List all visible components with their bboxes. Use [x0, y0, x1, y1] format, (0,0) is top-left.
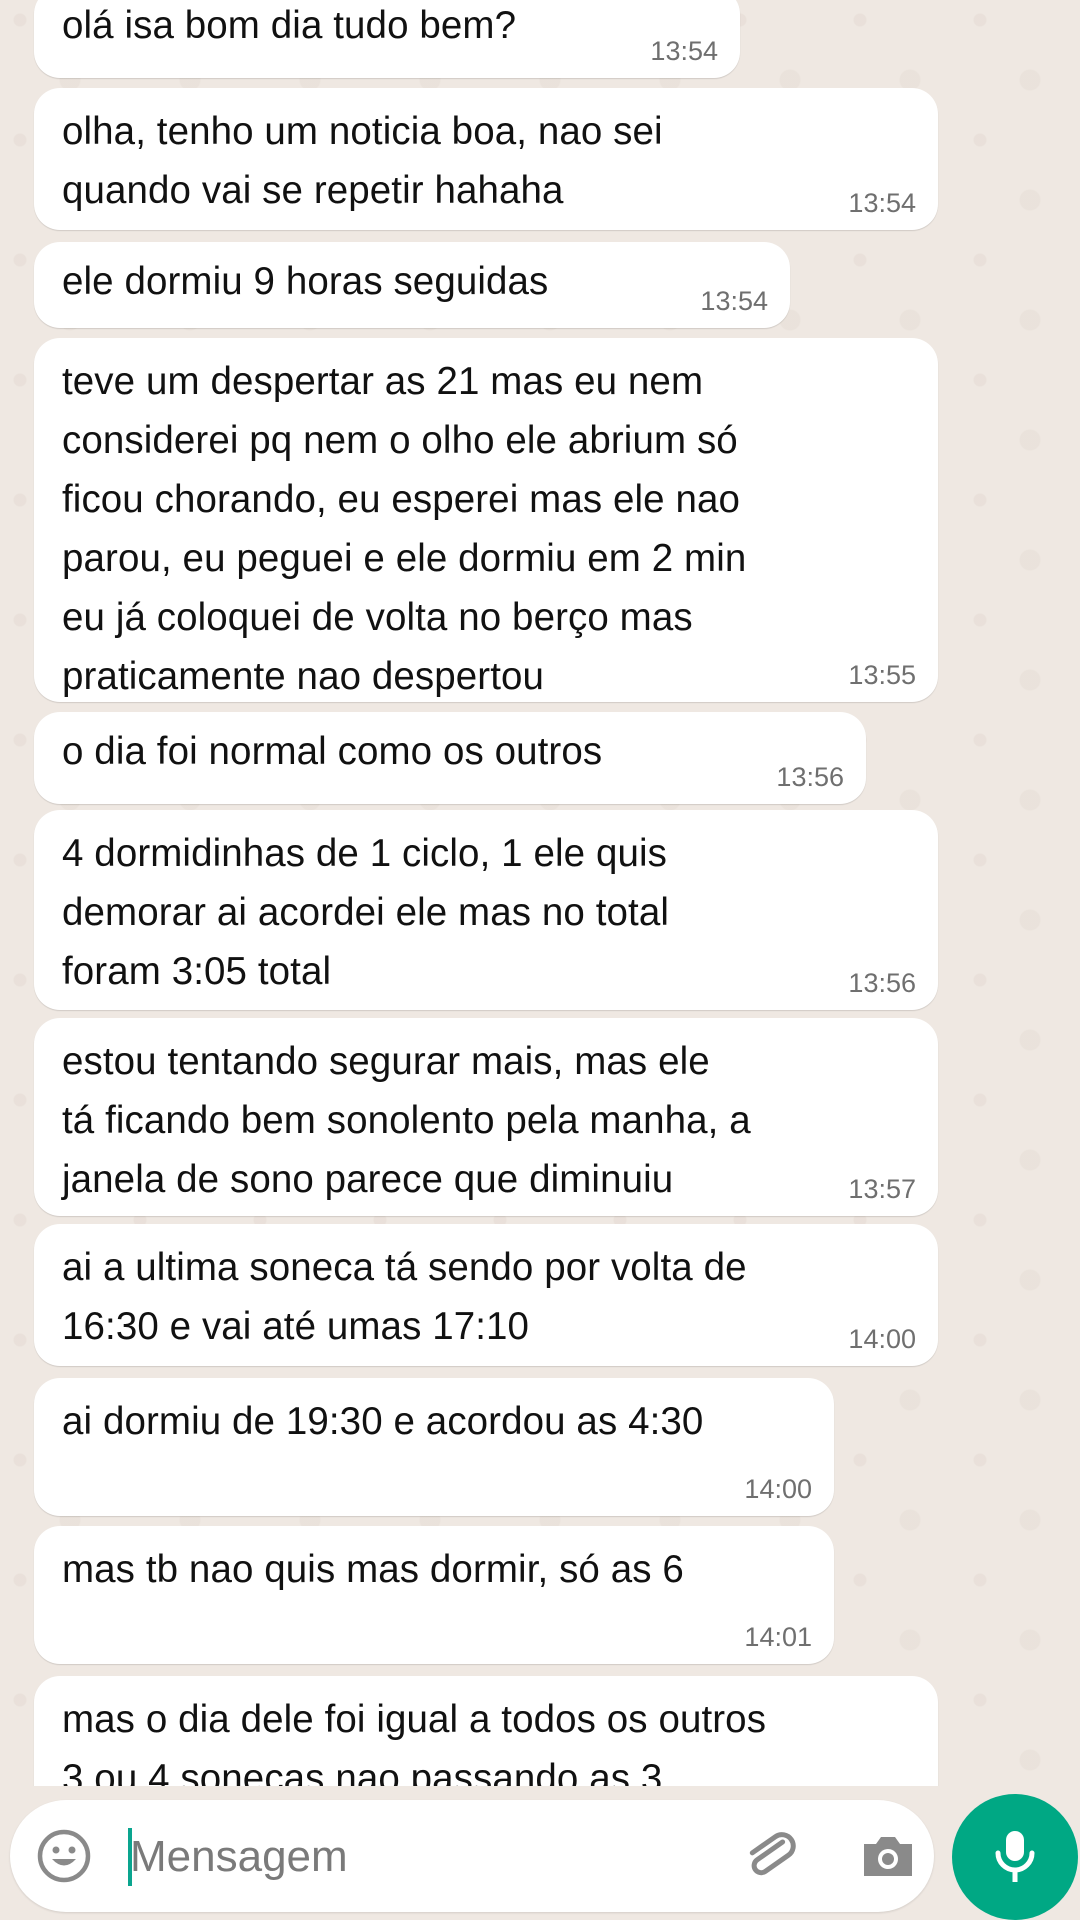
message-text: mas o dia dele foi igual a todos os outr… — [62, 1698, 767, 1786]
message-text: olá isa bom dia tudo bem? — [62, 4, 517, 47]
message-bubble[interactable]: ai dormiu de 19:30 e acordou as 4:30 14:… — [34, 1378, 834, 1516]
message-bubble[interactable]: mas o dia dele foi igual a todos os outr… — [34, 1676, 938, 1786]
message-time: 13:56 — [776, 762, 844, 792]
paperclip-icon[interactable] — [740, 1826, 800, 1886]
message-time: 13:55 — [848, 660, 916, 690]
mic-button[interactable] — [952, 1794, 1078, 1920]
message-time: 14:00 — [744, 1474, 812, 1504]
message-text: ai a ultima soneca tá sendo por volta de… — [62, 1246, 747, 1348]
message-input-container[interactable] — [10, 1800, 934, 1912]
message-bubble[interactable]: mas tb nao quis mas dormir, só as 6 14:0… — [34, 1526, 834, 1664]
camera-icon[interactable] — [858, 1828, 918, 1884]
message-time: 14:01 — [744, 1622, 812, 1652]
message-text: ele dormiu 9 horas seguidas — [62, 260, 549, 303]
message-time: 13:57 — [848, 1174, 916, 1204]
message-time: 13:54 — [848, 188, 916, 218]
message-time: 13:54 — [700, 286, 768, 316]
message-bubble[interactable]: o dia foi normal como os outros 13:56 — [34, 712, 866, 804]
message-text: mas tb nao quis mas dormir, só as 6 — [62, 1548, 684, 1591]
message-time: 14:00 — [848, 1324, 916, 1354]
message-text: ai dormiu de 19:30 e acordou as 4:30 — [62, 1400, 704, 1443]
message-bubble[interactable]: ai a ultima soneca tá sendo por volta de… — [34, 1224, 938, 1366]
message-text: teve um despertar as 21 mas eu nem consi… — [62, 360, 747, 698]
message-bubble[interactable]: ele dormiu 9 horas seguidas 13:54 — [34, 242, 790, 328]
message-bubble[interactable]: olha, tenho um noticia boa, nao sei quan… — [34, 88, 938, 230]
message-bubble[interactable]: teve um despertar as 21 mas eu nem consi… — [34, 338, 938, 702]
emoji-icon[interactable] — [36, 1828, 92, 1884]
message-list[interactable]: olá isa bom dia tudo bem? 13:54 olha, te… — [0, 0, 1080, 1786]
mic-icon — [995, 1831, 1035, 1882]
message-input[interactable] — [128, 1820, 702, 1894]
message-text: estou tentando segurar mais, mas ele tá … — [62, 1040, 751, 1201]
compose-bar — [0, 1786, 1080, 1920]
message-bubble[interactable]: estou tentando segurar mais, mas ele tá … — [34, 1018, 938, 1216]
message-bubble[interactable]: 4 dormidinhas de 1 ciclo, 1 ele quis dem… — [34, 810, 938, 1010]
message-time: 13:54 — [650, 36, 718, 66]
message-text: o dia foi normal como os outros — [62, 730, 603, 773]
message-text: 4 dormidinhas de 1 ciclo, 1 ele quis dem… — [62, 832, 669, 993]
message-time: 13:56 — [848, 968, 916, 998]
message-bubble[interactable]: olá isa bom dia tudo bem? 13:54 — [34, 0, 740, 78]
message-text: olha, tenho um noticia boa, nao sei quan… — [62, 110, 663, 212]
